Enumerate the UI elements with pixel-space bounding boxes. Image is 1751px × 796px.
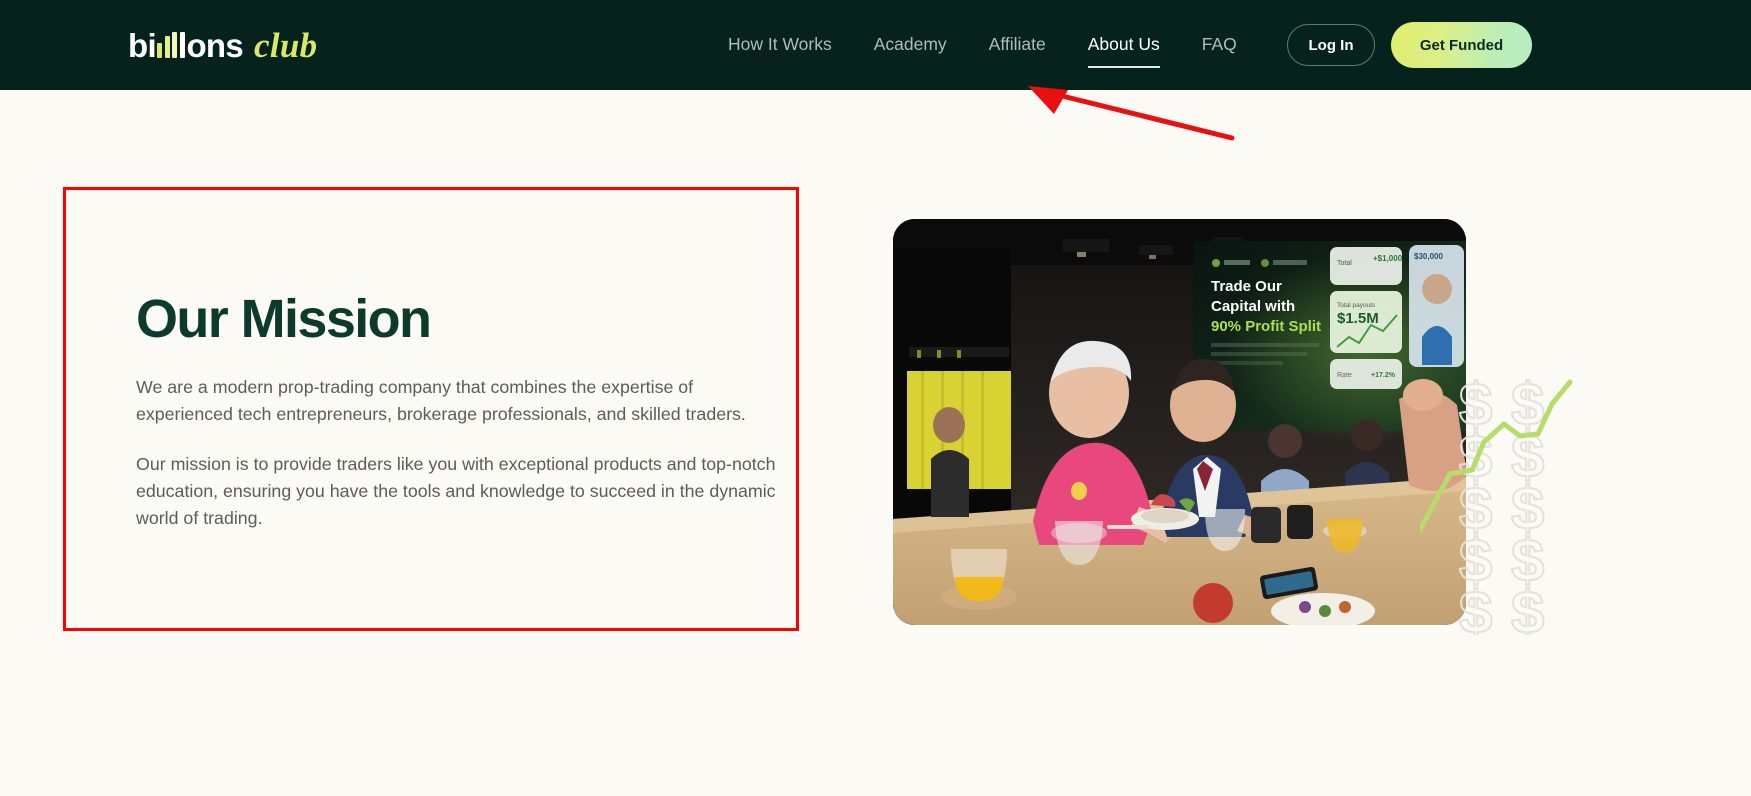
svg-text:$: $ bbox=[1511, 423, 1544, 490]
logo-text-start: bi bbox=[128, 26, 157, 64]
svg-text:$1.5M: $1.5M bbox=[1337, 310, 1379, 327]
site-logo[interactable]: bi ons club bbox=[128, 23, 317, 67]
svg-text:$: $ bbox=[1511, 375, 1544, 438]
nav-item-how-it-works[interactable]: How It Works bbox=[707, 36, 853, 54]
nav-item-affiliate[interactable]: Affiliate bbox=[968, 36, 1067, 54]
svg-text:Total: Total bbox=[1337, 260, 1352, 267]
svg-text:Capital with: Capital with bbox=[1211, 298, 1295, 315]
highlight-our-mission-section: Our Mission We are a modern prop-trading… bbox=[63, 187, 799, 631]
red-arrow-svg bbox=[1028, 86, 1235, 141]
page-root: bi ons club How It Works Academy Affilia… bbox=[0, 0, 1751, 796]
svg-text:Rate: Rate bbox=[1337, 372, 1352, 379]
pointer-to-about-us bbox=[1020, 80, 1240, 150]
logo-text-end: ons bbox=[186, 26, 244, 64]
nav-item-about-us[interactable]: About Us bbox=[1067, 36, 1181, 67]
logo-billions-text: bi ons bbox=[128, 26, 244, 64]
nav-item-faq[interactable]: FAQ bbox=[1181, 36, 1258, 54]
svg-text:+$1,000: +$1,000 bbox=[1373, 254, 1403, 263]
primary-navigation: How It Works Academy Affiliate About Us … bbox=[707, 0, 1258, 90]
mission-paragraph-2: Our mission is to provide traders like y… bbox=[136, 453, 776, 528]
dollar-pattern-svg: $ $ $ $ $ $ $ $ $ $ bbox=[1458, 375, 1545, 635]
svg-text:Trade Our: Trade Our bbox=[1211, 278, 1282, 295]
svg-text:90% Profit Split: 90% Profit Split bbox=[1211, 318, 1321, 335]
svg-text:$30,000: $30,000 bbox=[1414, 252, 1443, 261]
svg-text:$: $ bbox=[1511, 475, 1544, 542]
get-funded-button[interactable]: Get Funded bbox=[1391, 22, 1532, 68]
site-header: bi ons club How It Works Academy Affilia… bbox=[0, 0, 1751, 90]
svg-text:+17.2%: +17.2% bbox=[1371, 372, 1396, 379]
photo-illustration: Trade Our Capital with 90% Profit Split … bbox=[893, 219, 1466, 625]
svg-text:Total payouts: Total payouts bbox=[1337, 302, 1376, 309]
team-event-photo: Trade Our Capital with 90% Profit Split … bbox=[893, 219, 1466, 625]
logo-club-text: club bbox=[254, 25, 318, 65]
mission-content: Our Mission We are a modern prop-trading… bbox=[136, 291, 786, 532]
logo-bar-chart-icon bbox=[157, 31, 185, 58]
dollar-sign-pattern: $ $ $ $ $ $ $ $ $ $ bbox=[1455, 375, 1575, 635]
mission-paragraph-1: We are a modern prop-trading company tha… bbox=[136, 376, 746, 424]
svg-text:$: $ bbox=[1511, 527, 1544, 594]
nav-item-academy[interactable]: Academy bbox=[853, 36, 968, 54]
page-title: Our Mission bbox=[136, 289, 432, 349]
login-button[interactable]: Log In bbox=[1287, 24, 1375, 66]
svg-text:$: $ bbox=[1511, 579, 1544, 635]
